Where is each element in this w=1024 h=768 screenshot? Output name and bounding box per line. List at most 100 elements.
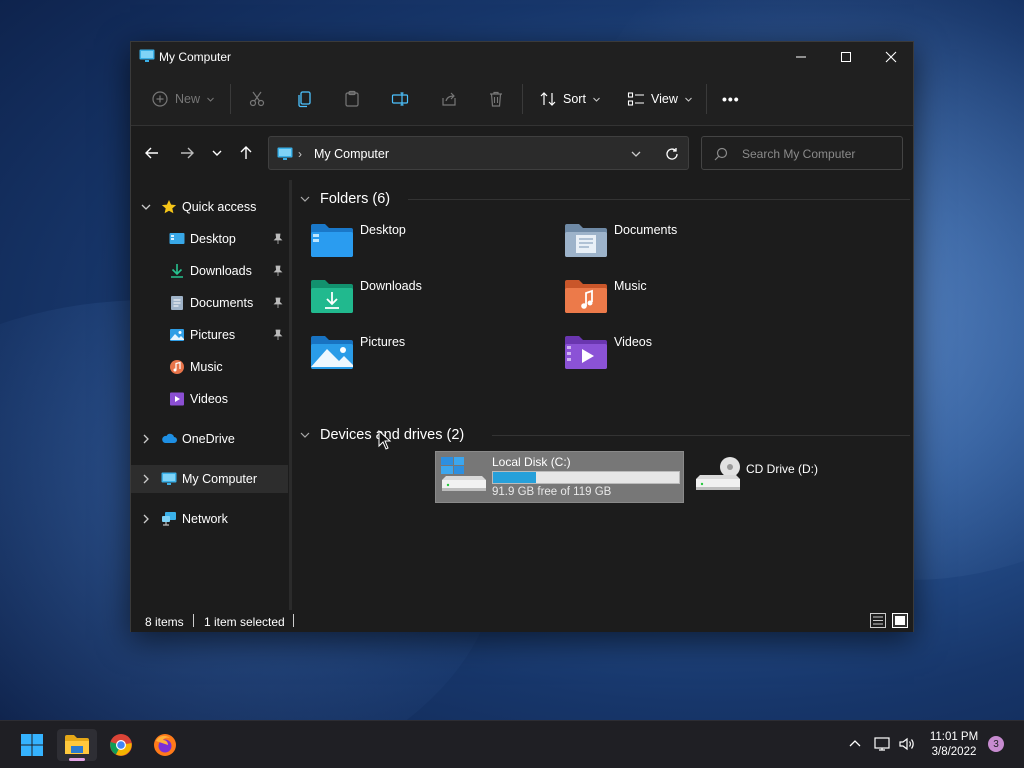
computer-icon <box>161 472 177 485</box>
paste-button[interactable] <box>343 87 361 111</box>
copy-button[interactable] <box>296 87 314 111</box>
recent-locations-button[interactable] <box>207 144 227 162</box>
sidebar-item-documents[interactable]: Documents <box>131 289 288 317</box>
system-clock[interactable]: 11:01 PM 3/8/2022 <box>924 730 984 760</box>
chevron-down-icon <box>685 97 692 102</box>
sidebar-item-label: Music <box>190 360 223 374</box>
title-bar: My Computer <box>131 42 913 72</box>
folder-item-desktop[interactable]: Desktop <box>302 218 552 268</box>
folder-item-downloads[interactable]: Downloads <box>302 274 552 324</box>
folder-item-music[interactable]: Music <box>556 274 806 324</box>
videos-icon <box>170 392 184 406</box>
rename-button[interactable] <box>391 87 409 111</box>
pin-icon[interactable] <box>272 265 284 277</box>
sidebar-item-quick-access[interactable]: Quick access <box>131 193 288 221</box>
large-icons-view-icon[interactable] <box>892 613 908 628</box>
drive-item-cd-drive-d[interactable]: CD Drive (D:) <box>690 451 939 503</box>
refresh-icon[interactable] <box>664 146 680 162</box>
folder-item-videos[interactable]: Videos <box>556 330 806 380</box>
chevron-down-icon <box>300 432 310 438</box>
folder-name: Videos <box>614 335 652 349</box>
arrow-right-icon <box>181 147 194 159</box>
close-button[interactable] <box>868 42 914 72</box>
sidebar-item-label: Documents <box>190 296 254 310</box>
sidebar-item-desktop[interactable]: Desktop <box>131 225 288 253</box>
sort-button[interactable]: Sort <box>539 87 601 111</box>
desktop-folder-icon <box>311 224 353 257</box>
sidebar-item-label: Desktop <box>190 232 236 246</box>
view-label: View <box>651 92 678 106</box>
sidebar-item-pictures[interactable]: Pictures <box>131 321 288 349</box>
breadcrumb-my-computer[interactable]: My Computer <box>314 147 389 161</box>
arrow-left-icon <box>145 147 158 159</box>
search-box[interactable]: Search My Computer <box>701 136 903 170</box>
chevron-down-icon <box>207 97 214 102</box>
start-button[interactable] <box>12 729 52 761</box>
back-button[interactable] <box>142 144 162 162</box>
chevron-down-icon <box>593 97 600 102</box>
sidebar-item-onedrive[interactable]: OneDrive <box>131 425 288 453</box>
folder-name: Desktop <box>360 223 406 237</box>
pin-icon[interactable] <box>272 297 284 309</box>
taskbar-chrome[interactable] <box>101 729 141 761</box>
sidebar-item-my-computer[interactable]: My Computer <box>131 465 288 493</box>
minimize-button[interactable] <box>778 42 824 72</box>
view-button[interactable]: View <box>627 87 693 111</box>
more-options-button[interactable]: ••• <box>722 87 740 111</box>
delete-button[interactable] <box>487 87 505 111</box>
chevron-up-icon[interactable] <box>846 735 864 753</box>
firefox-icon <box>154 734 176 756</box>
toolbar-divider <box>522 84 523 114</box>
share-button[interactable] <box>440 87 458 111</box>
new-button[interactable]: New <box>151 87 215 111</box>
group-divider <box>492 435 910 436</box>
folder-item-documents[interactable]: Documents <box>556 218 806 268</box>
command-bar: New Sort View ••• <box>131 72 913 126</box>
details-view-icon[interactable] <box>870 613 886 628</box>
folder-name: Music <box>614 279 647 293</box>
close-icon <box>885 51 897 63</box>
notification-badge[interactable]: 3 <box>988 736 1004 752</box>
chevron-down-icon[interactable] <box>141 202 151 212</box>
sidebar-item-videos[interactable]: Videos <box>131 385 288 413</box>
taskbar-file-explorer[interactable] <box>57 729 97 761</box>
cut-button[interactable] <box>248 87 266 111</box>
pin-icon[interactable] <box>272 233 284 245</box>
taskbar: 11:01 PM 3/8/2022 <box>0 720 1024 768</box>
selection-count: 1 item selected <box>204 615 285 629</box>
drive-item-local-disk-c[interactable]: Local Disk (C:) 91.9 GB free of 119 GB <box>435 451 684 503</box>
taskbar-firefox[interactable] <box>145 729 185 761</box>
up-button[interactable] <box>236 144 256 162</box>
sidebar-item-downloads[interactable]: Downloads <box>131 257 288 285</box>
toolbar-divider <box>230 84 231 114</box>
sort-label: Sort <box>563 92 586 106</box>
chevron-right-icon[interactable] <box>141 474 151 484</box>
folder-item-pictures[interactable]: Pictures <box>302 330 552 380</box>
share-icon <box>442 92 456 106</box>
sort-icon <box>540 92 556 106</box>
network-status-icon[interactable] <box>873 735 891 753</box>
chevron-right-icon[interactable] <box>141 434 151 444</box>
sidebar-item-network[interactable]: Network <box>131 505 288 533</box>
address-bar[interactable]: › My Computer <box>268 136 689 170</box>
chevron-down-icon[interactable] <box>629 147 643 161</box>
delete-icon <box>490 91 502 107</box>
drive-name: CD Drive (D:) <box>746 462 818 476</box>
sidebar-item-music[interactable]: Music <box>131 353 288 381</box>
maximize-button[interactable] <box>823 42 869 72</box>
pin-icon[interactable] <box>272 329 284 341</box>
chevron-right-icon[interactable] <box>141 514 151 524</box>
forward-button[interactable] <box>177 144 197 162</box>
status-divider <box>293 614 294 627</box>
status-divider <box>193 614 194 627</box>
star-icon <box>161 200 177 214</box>
group-header-label: Folders (6) <box>320 191 391 207</box>
sidebar-item-label: Pictures <box>190 328 236 342</box>
active-app-indicator <box>69 758 85 761</box>
drive-usage-bar <box>492 471 680 484</box>
group-header-folders[interactable]: Folders (6) <box>300 189 390 209</box>
search-icon <box>714 147 728 161</box>
volume-icon[interactable] <box>898 735 916 753</box>
maximize-icon <box>841 52 851 62</box>
navigation-bar: › My Computer Search My Computer <box>131 127 913 179</box>
